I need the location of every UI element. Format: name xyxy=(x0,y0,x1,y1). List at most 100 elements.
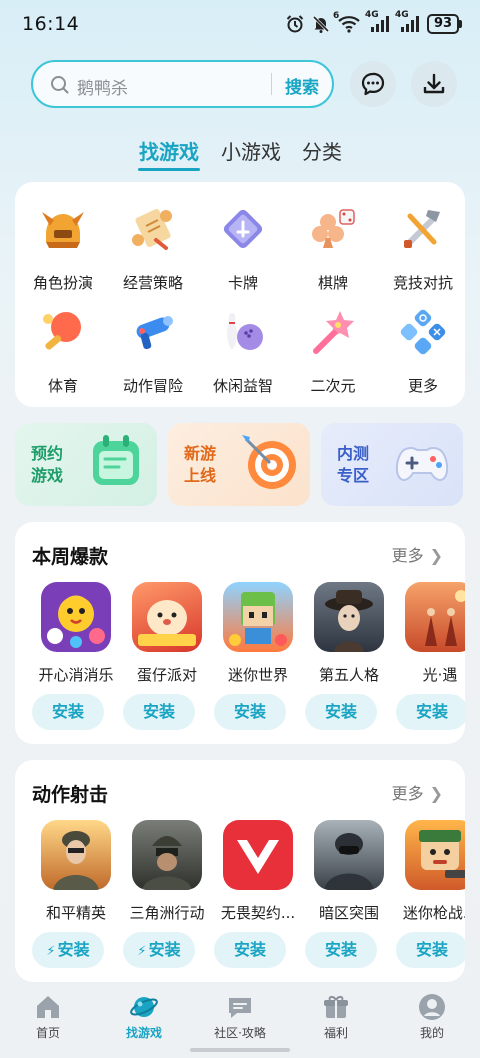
more-grid-icon xyxy=(400,309,446,355)
more-link[interactable]: 更多 ❯ xyxy=(392,542,443,566)
status-time: 16:14 xyxy=(22,13,80,35)
category-more[interactable]: 更多 xyxy=(378,289,468,395)
nav-welfare[interactable]: 福利 xyxy=(288,992,384,1041)
card-icon xyxy=(223,209,263,249)
promo-new-games[interactable]: 新游 上线 xyxy=(168,423,310,506)
magic-wand-icon xyxy=(313,311,354,354)
category-cards[interactable]: 卡牌 xyxy=(198,186,288,292)
battery-level: 93 xyxy=(427,14,459,34)
search-input[interactable]: 鹅鸭杀 搜索 xyxy=(31,60,334,108)
category-sports[interactable]: 体育 xyxy=(18,289,108,395)
club-dice-icon xyxy=(312,209,355,248)
download-button[interactable] xyxy=(411,61,457,107)
lightning-icon: ⚡ xyxy=(46,944,56,959)
promo-reserve-label: 预约 游戏 xyxy=(31,444,64,485)
gamepad-icon xyxy=(395,447,449,482)
mute-bell-icon xyxy=(312,15,330,33)
game-icon xyxy=(405,582,465,652)
chevron-right-icon: ❯ xyxy=(429,784,443,803)
category-grid: 角色扮演 经营策略 卡牌 棋牌 竞技对抗 体育 动作冒险 休闲益智 二次元 更多 xyxy=(15,182,465,407)
search-button[interactable]: 搜索 xyxy=(285,73,319,98)
game-name: 迷你枪战... xyxy=(402,904,465,922)
game-name: 开心消消乐 xyxy=(38,666,114,684)
promo-new-label: 新游 上线 xyxy=(184,444,217,485)
install-button[interactable]: 安装 xyxy=(123,694,195,730)
game-icon xyxy=(405,820,465,890)
nav-find-games[interactable]: 找游戏 xyxy=(96,992,192,1041)
game-name: 迷你世界 xyxy=(227,666,288,684)
bowling-icon xyxy=(227,313,263,350)
promo-beta-label: 内测 专区 xyxy=(337,444,370,485)
bottom-navigation: 首页 找游戏 社区·攻略 福利 我的 xyxy=(0,982,480,1058)
nav-community[interactable]: 社区·攻略 xyxy=(192,992,288,1041)
game-icon xyxy=(132,582,202,652)
chevron-right-icon: ❯ xyxy=(429,546,443,565)
download-icon xyxy=(423,73,445,94)
lightning-icon: ⚡ xyxy=(137,944,147,959)
install-button[interactable]: 安装 xyxy=(396,694,465,730)
game-icon xyxy=(41,582,111,652)
promo-beta-zone[interactable]: 内测 专区 xyxy=(321,423,463,506)
tab-categories[interactable]: 分类 xyxy=(302,136,342,165)
more-link[interactable]: 更多 ❯ xyxy=(392,780,443,804)
wifi-icon: 6 xyxy=(333,11,361,34)
game-icon xyxy=(132,820,202,890)
install-button[interactable]: 安装 xyxy=(305,932,377,968)
wifi-badge: 6 xyxy=(333,11,340,21)
message-button[interactable] xyxy=(350,61,396,107)
ping-pong-icon xyxy=(43,312,81,350)
game-name: 无畏契约... xyxy=(220,904,296,922)
planet-icon xyxy=(130,997,158,1017)
install-button[interactable]: ⚡ 安装 xyxy=(32,932,104,968)
crossed-weapons-icon xyxy=(404,210,440,248)
game-name: 第五人格 xyxy=(318,666,379,684)
nav-home[interactable]: 首页 xyxy=(0,992,96,1041)
section-title: 本周爆款 xyxy=(32,546,109,568)
category-casual[interactable]: 休闲益智 xyxy=(198,289,288,395)
scroll-icon xyxy=(132,208,172,250)
signal-icon-2: 4G xyxy=(395,10,421,34)
tab-find-games[interactable]: 找游戏 xyxy=(139,136,199,165)
home-indicator xyxy=(190,1048,290,1052)
category-role-playing[interactable]: 角色扮演 xyxy=(18,186,108,292)
install-button[interactable]: 安装 xyxy=(214,694,286,730)
section-title: 动作射击 xyxy=(32,784,109,806)
category-board[interactable]: 棋牌 xyxy=(288,186,378,292)
category-competitive[interactable]: 竞技对抗 xyxy=(378,186,468,292)
gift-icon xyxy=(324,996,348,1018)
install-button[interactable]: 安装 xyxy=(396,932,465,968)
install-button[interactable]: 安装 xyxy=(32,694,104,730)
nav-profile[interactable]: 我的 xyxy=(384,992,480,1041)
category-action-adventure[interactable]: 动作冒险 xyxy=(108,289,198,395)
message-icon xyxy=(361,72,385,96)
battery-icon: 93 xyxy=(427,14,462,34)
game-icon xyxy=(314,820,384,890)
top-tabs: 找游戏 小游戏 分类 xyxy=(0,136,480,176)
promo-reserve-games[interactable]: 预约 游戏 xyxy=(15,423,157,506)
signal-icon-1: 4G xyxy=(365,10,391,34)
category-anime[interactable]: 二次元 xyxy=(288,289,378,395)
search-icon xyxy=(51,76,69,94)
install-button[interactable]: ⚡ 安装 xyxy=(123,932,195,968)
category-strategy[interactable]: 经营策略 xyxy=(108,186,198,292)
helmet-icon xyxy=(42,212,84,248)
blaster-icon xyxy=(136,316,173,350)
status-icons: 6 4G 4G 93 xyxy=(285,10,462,34)
install-button[interactable]: 安装 xyxy=(305,694,377,730)
game-icon xyxy=(223,582,293,652)
game-icon xyxy=(223,820,293,890)
tab-underline xyxy=(138,168,200,171)
game-icon xyxy=(314,582,384,652)
calendar-icon xyxy=(93,435,139,485)
tab-mini-games[interactable]: 小游戏 xyxy=(221,136,281,165)
search-placeholder: 鹅鸭杀 xyxy=(77,79,128,99)
game-name: 光·遇 xyxy=(422,666,458,684)
alarm-icon xyxy=(286,15,304,33)
install-button[interactable]: 安装 xyxy=(214,932,286,968)
game-name: 三角洲行动 xyxy=(129,904,205,922)
home-icon xyxy=(37,996,59,1018)
status-bar: 16:14 6 4G 4G 93 xyxy=(0,0,480,48)
weekly-hits-section: 本周爆款 更多 ❯ 开心消消乐 安装 蛋仔派对 安装 迷你世界 安装 第五人格 安… xyxy=(15,522,465,744)
game-name: 蛋仔派对 xyxy=(136,666,197,684)
search-divider xyxy=(271,73,272,95)
